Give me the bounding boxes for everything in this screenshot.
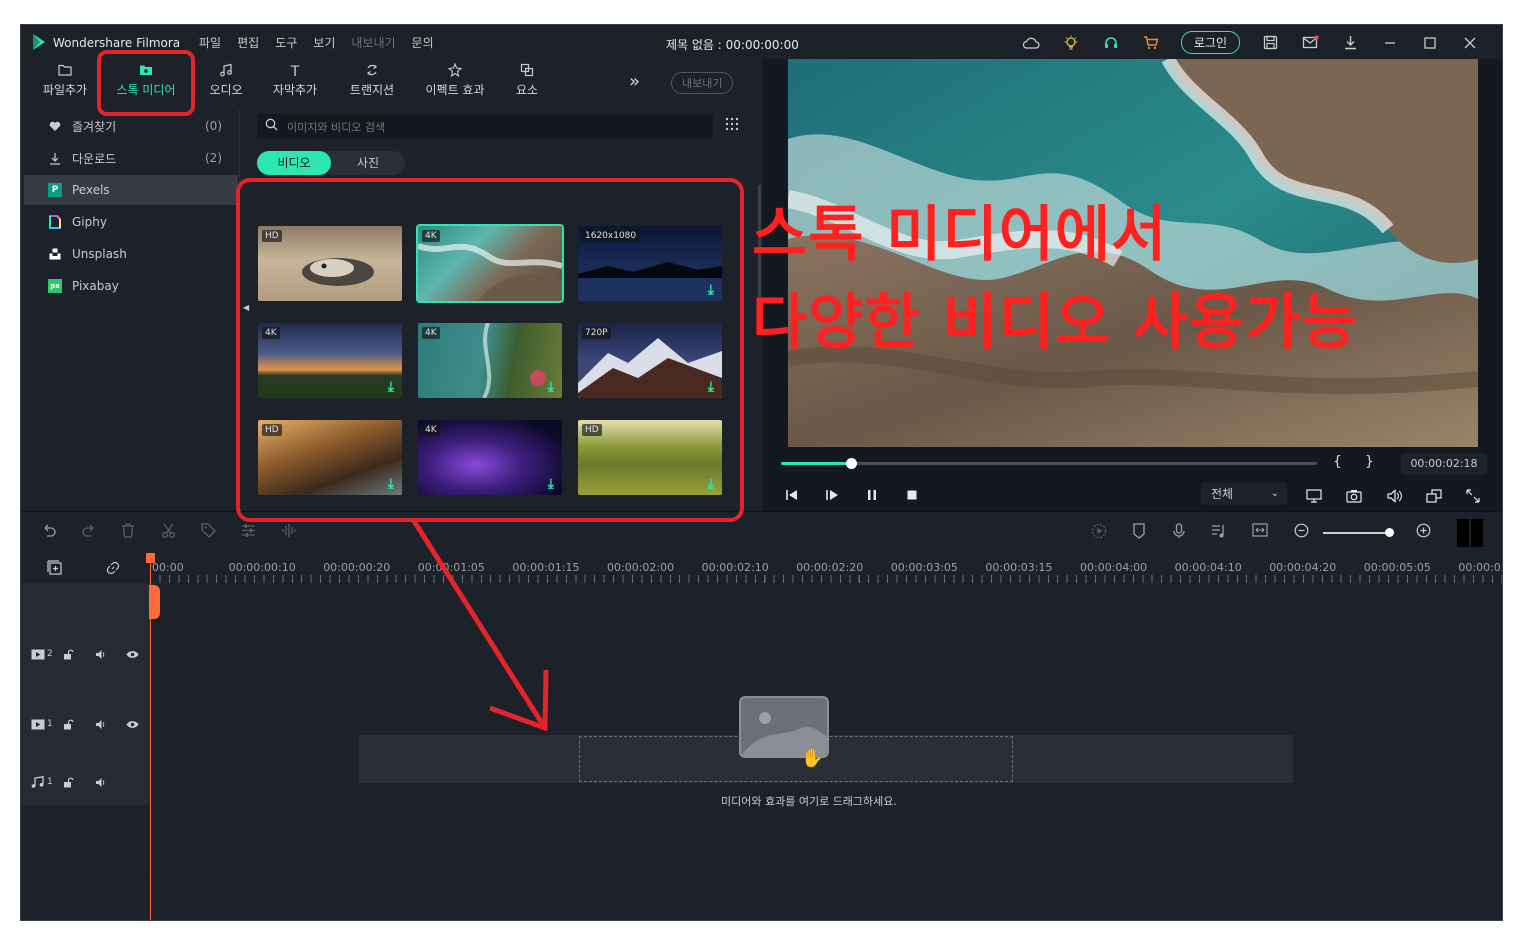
annotation-arrow (411, 519, 549, 732)
